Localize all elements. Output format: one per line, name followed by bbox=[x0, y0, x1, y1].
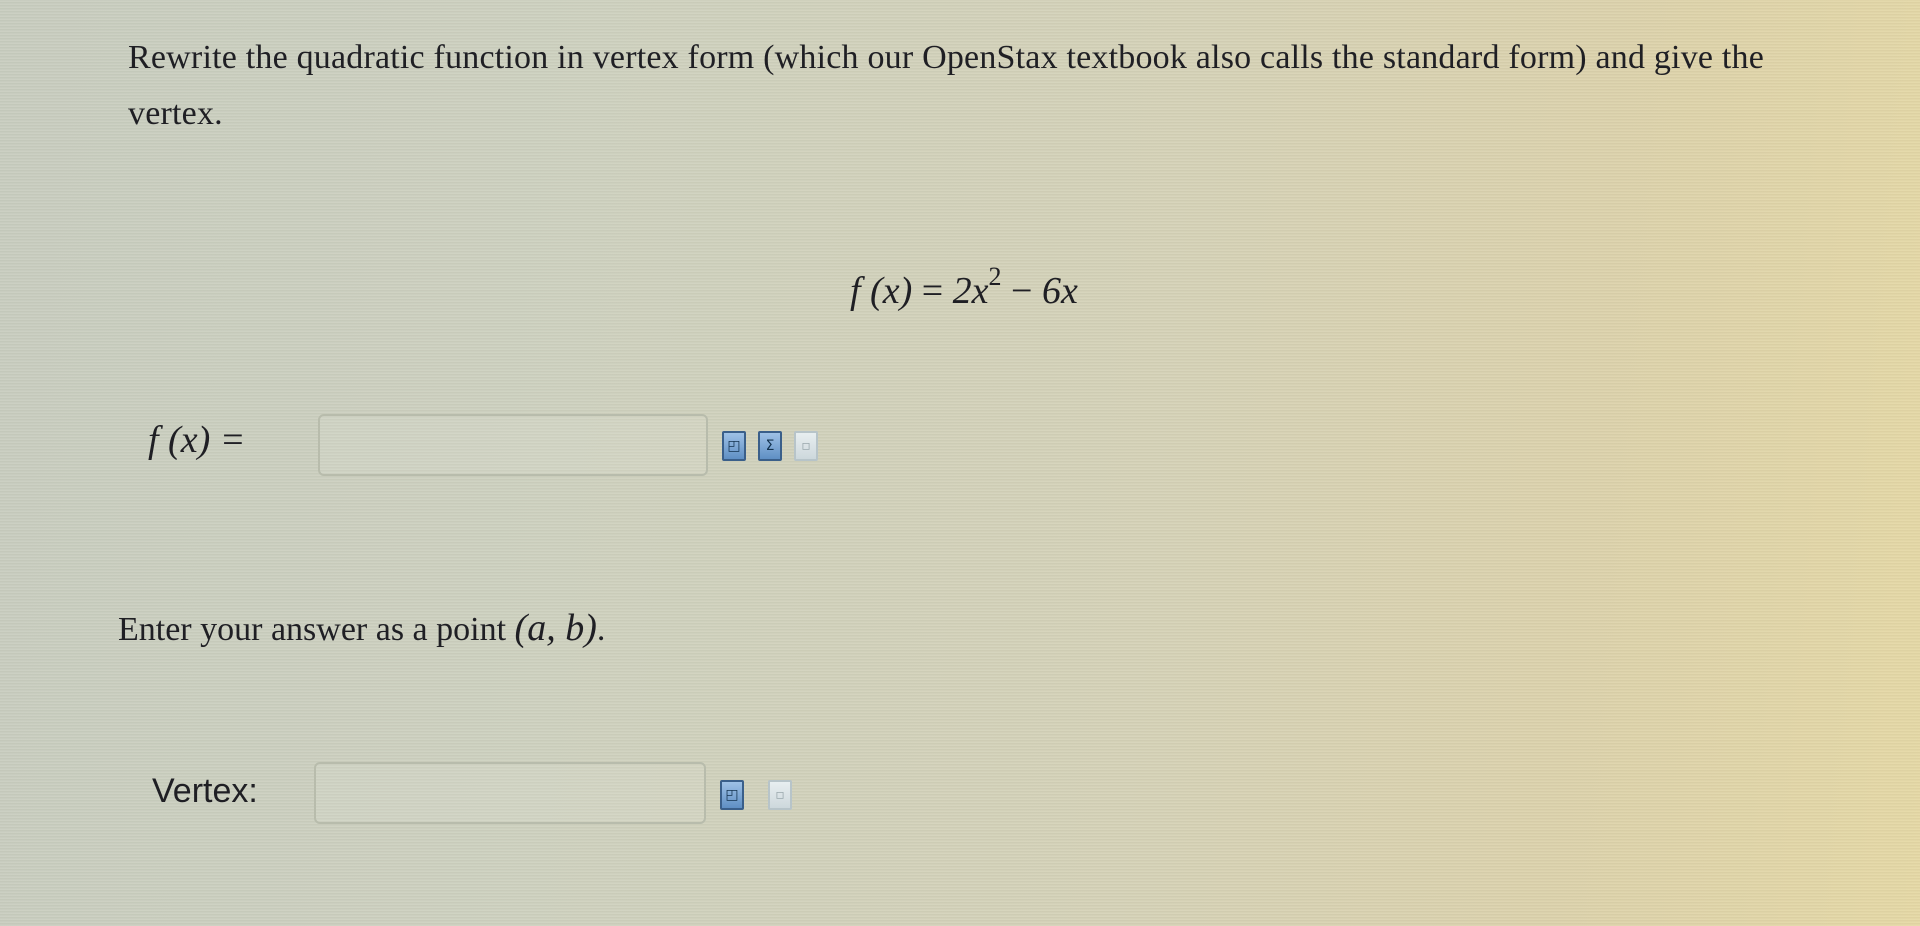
instruction-main: Enter your answer as a point bbox=[118, 611, 515, 648]
instruction-period: . bbox=[596, 611, 606, 648]
vertex-input[interactable] bbox=[314, 762, 706, 824]
help-icon[interactable]: ▫ bbox=[794, 431, 818, 461]
equation-term1: 2x bbox=[952, 270, 989, 312]
vertex-label: Vertex: bbox=[152, 772, 258, 810]
given-equation: f (x) = 2x2 − 6x bbox=[850, 262, 1078, 313]
question-page: Rewrite the quadratic function in vertex… bbox=[0, 0, 1920, 926]
equation-lhs: f (x) bbox=[850, 270, 913, 312]
equation-term2: 6x bbox=[1041, 270, 1078, 312]
vertex-preview-icon[interactable]: ◰ bbox=[720, 780, 744, 810]
equation-exponent: 2 bbox=[988, 262, 1002, 291]
instruction-text: Enter your answer as a point (a, b). bbox=[118, 606, 605, 650]
question-prompt: Rewrite the quadratic function in vertex… bbox=[128, 39, 1765, 132]
equation-operator: − bbox=[1011, 270, 1033, 312]
instruction-point: (a, b) bbox=[514, 607, 597, 649]
vertex-help-icon[interactable]: ▫ bbox=[768, 780, 792, 810]
preview-icon[interactable]: ◰ bbox=[722, 431, 746, 461]
equation-equals: = bbox=[921, 270, 944, 312]
sigma-icon[interactable]: Σ bbox=[758, 431, 782, 461]
function-answer-input[interactable] bbox=[318, 414, 708, 476]
function-answer-label: f (x) = bbox=[148, 419, 246, 461]
